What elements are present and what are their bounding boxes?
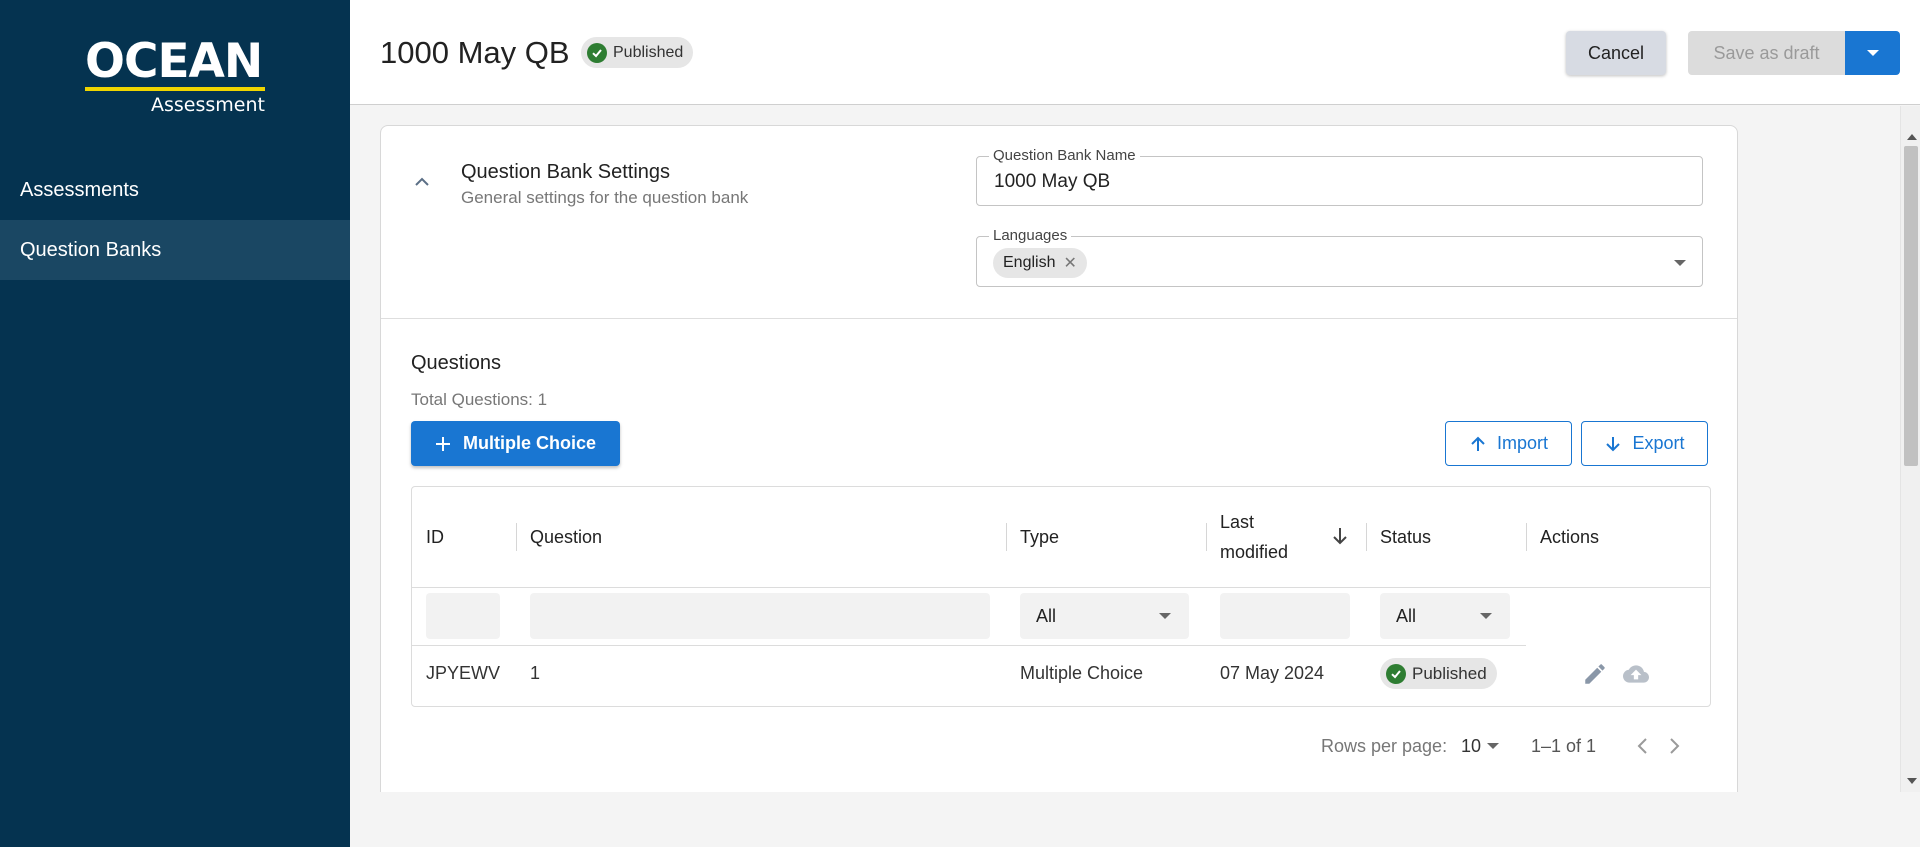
check-circle-icon — [587, 42, 607, 63]
questions-title: Questions — [411, 352, 502, 374]
column-header-last-modified-line2: modified — [1220, 542, 1289, 562]
page-title: 1000 May QB — [380, 35, 570, 70]
add-multiple-choice-label: Multiple Choice — [462, 433, 596, 453]
chevron-down-icon — [1480, 613, 1492, 619]
logo-wordmark: OCEAN — [85, 34, 263, 89]
questions-table: ID Question Type Last modified Status Ac… — [411, 486, 1711, 707]
column-header-actions: Actions — [1540, 526, 1600, 547]
chevron-left-icon[interactable] — [1636, 737, 1650, 760]
check-circle-icon — [1386, 663, 1406, 684]
chevron-up-icon[interactable] — [413, 174, 431, 192]
pagination-range: 1–1 of 1 — [1531, 736, 1597, 756]
export-button[interactable]: Export — [1581, 421, 1708, 466]
column-header-question[interactable]: Question — [516, 487, 1006, 587]
column-header-type[interactable]: Type — [1006, 487, 1206, 587]
question-bank-card: Question Bank Settings General settings … — [380, 125, 1738, 792]
chevron-right-icon[interactable] — [1667, 737, 1681, 760]
rows-per-page-label: Rows per page: — [1321, 736, 1448, 756]
edit-icon[interactable] — [1582, 661, 1608, 692]
caret-down-icon — [1866, 50, 1879, 56]
header-divider — [412, 587, 1710, 588]
question-bank-name-label: Question Bank Name — [989, 147, 1140, 164]
scroll-down-arrow-icon[interactable] — [1907, 778, 1917, 784]
scrollbar-thumb[interactable] — [1904, 146, 1918, 466]
id-filter-input[interactable] — [426, 593, 500, 639]
column-header-id[interactable]: ID — [412, 487, 516, 587]
arrow-down-icon — [1606, 436, 1621, 451]
logo-subtitle: Assessment — [151, 94, 265, 116]
sidebar-item-question-banks[interactable]: Question Banks — [0, 220, 350, 280]
page-header: 1000 May QB Published Cancel Save as dra… — [350, 0, 1920, 105]
settings-subtitle: General settings for the question bank — [461, 188, 749, 207]
settings-title: Question Bank Settings — [461, 161, 671, 183]
sidebar: OCEAN Assessment Assessments Question Ba… — [0, 0, 350, 847]
status-badge-label: Published — [613, 43, 684, 61]
cell-id: JPYEWV — [426, 662, 501, 683]
status-filter-select[interactable]: All — [1380, 593, 1510, 639]
add-multiple-choice-button[interactable]: Multiple Choice — [411, 421, 620, 466]
sidebar-item-assessments[interactable]: Assessments — [0, 160, 350, 220]
language-chip-label: English — [1003, 254, 1056, 271]
plus-icon — [435, 436, 450, 451]
save-options-dropdown-button[interactable] — [1845, 31, 1900, 75]
chevron-down-icon[interactable] — [1674, 260, 1686, 266]
type-filter-select[interactable]: All — [1020, 593, 1189, 639]
vertical-scrollbar[interactable] — [1900, 106, 1920, 792]
close-icon[interactable]: ✕ — [1063, 253, 1076, 273]
arrow-up-icon — [1471, 436, 1485, 451]
chevron-down-icon — [1159, 613, 1171, 619]
status-badge-label: Published — [1412, 663, 1487, 683]
languages-label: Languages — [989, 227, 1072, 244]
save-as-draft-button[interactable]: Save as draft — [1688, 31, 1845, 75]
rows-per-page-select[interactable]: 10 — [1461, 736, 1500, 757]
column-header-last-modified-line1: Last — [1220, 512, 1255, 532]
last-modified-filter-input[interactable] — [1220, 593, 1350, 639]
sort-descending-icon[interactable] — [1332, 527, 1348, 545]
main-content: Question Bank Settings General settings … — [350, 106, 1900, 792]
rows-per-page-value: 10 — [1461, 736, 1482, 756]
status-filter-value: All — [1396, 606, 1417, 626]
languages-select[interactable]: Languages English ✕ — [976, 227, 1703, 287]
question-filter-input[interactable] — [530, 593, 990, 639]
language-chip-english: English ✕ — [993, 248, 1087, 278]
question-bank-name-value: 1000 May QB — [994, 171, 1111, 192]
cell-last-modified: 07 May 2024 — [1220, 662, 1325, 683]
export-label: Export — [1632, 433, 1685, 453]
ocean-logo[interactable]: OCEAN Assessment — [85, 38, 265, 116]
cancel-button[interactable]: Cancel — [1566, 31, 1666, 75]
total-questions: Total Questions: 1 — [411, 390, 548, 409]
question-bank-name-field[interactable]: Question Bank Name 1000 May QB — [976, 147, 1703, 206]
column-header-status[interactable]: Status — [1366, 487, 1526, 587]
cloud-upload-icon[interactable] — [1620, 661, 1652, 692]
column-header-last-modified[interactable]: Last modified — [1206, 487, 1366, 587]
scroll-up-arrow-icon[interactable] — [1907, 134, 1917, 140]
import-label: Import — [1496, 433, 1548, 453]
status-badge: Published — [1380, 658, 1497, 689]
caret-down-icon — [1487, 743, 1500, 749]
cell-type: Multiple Choice — [1020, 662, 1144, 683]
cell-question: 1 — [530, 662, 541, 683]
status-badge: Published — [581, 37, 694, 68]
type-filter-value: All — [1036, 606, 1057, 626]
import-button[interactable]: Import — [1445, 421, 1572, 466]
section-divider — [381, 318, 1737, 319]
filter-divider — [412, 645, 1526, 646]
